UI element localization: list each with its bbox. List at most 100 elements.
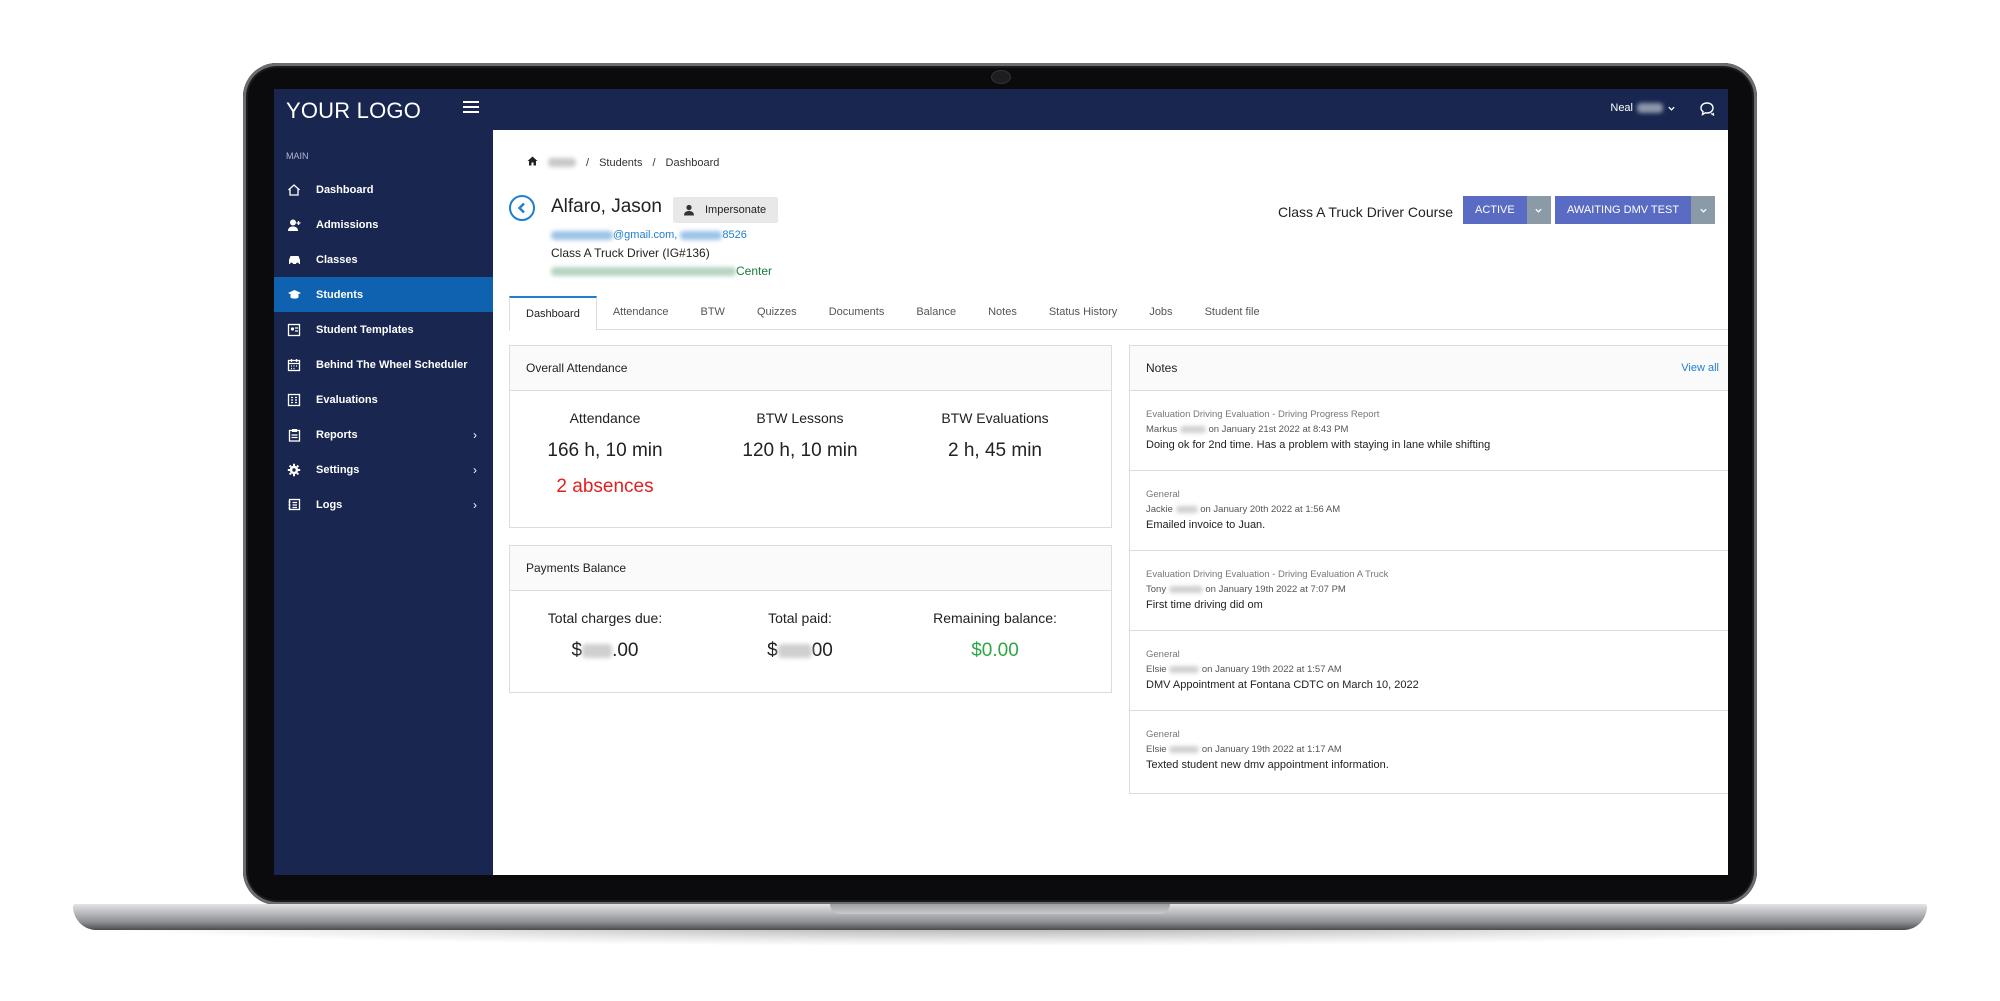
sidebar-item-btw-scheduler[interactable]: Behind The Wheel Scheduler — [274, 347, 493, 382]
sidebar-item-label: Student Templates — [316, 323, 414, 336]
note-type: Evaluation Driving Evaluation - Driving … — [1146, 409, 1380, 420]
stat-label: Total paid: — [768, 610, 832, 626]
graduation-cap-icon — [286, 287, 302, 303]
notes-card: Notes View all Evaluation Driving Evalua… — [1129, 345, 1728, 794]
tab-quizzes[interactable]: Quizzes — [741, 296, 813, 328]
tab-notes[interactable]: Notes — [972, 296, 1033, 328]
sidebar-item-students[interactable]: Students — [274, 277, 493, 312]
tab-attendance[interactable]: Attendance — [597, 296, 685, 328]
redacted-school[interactable] — [548, 158, 576, 167]
program-line: Class A Truck Driver (IG#136) — [551, 246, 710, 260]
menu-toggle-button[interactable] — [463, 101, 479, 117]
camera-icon — [991, 70, 1011, 84]
chat-icon[interactable] — [1699, 101, 1716, 122]
stage-button[interactable]: AWAITING DMV TEST — [1555, 196, 1692, 224]
notes-card-header: Notes View all — [1130, 346, 1728, 391]
email-link[interactable]: @gmail.com, — [613, 229, 677, 241]
stage-dropdown-button[interactable] — [1691, 196, 1716, 224]
redacted-location — [551, 267, 736, 277]
status-button[interactable]: ACTIVE — [1463, 196, 1527, 224]
phone-link[interactable]: 8526 — [722, 229, 746, 241]
note-meta: Markus on January 21st 2022 at 8:43 PM — [1146, 424, 1349, 435]
sidebar-item-label: Settings — [316, 463, 360, 476]
sidebar-item-label: Logs — [316, 498, 343, 511]
tab-student-file[interactable]: Student file — [1189, 296, 1276, 328]
breadcrumb-dashboard: Dashboard — [665, 156, 720, 169]
sidebar-item-label: Dashboard — [316, 183, 374, 196]
sidebar-item-evaluations[interactable]: Evaluations — [274, 382, 493, 417]
tab-documents[interactable]: Documents — [813, 296, 901, 328]
tab-btw[interactable]: BTW — [684, 296, 740, 328]
stat-label: Total charges due: — [547, 610, 663, 626]
gear-icon — [286, 462, 302, 478]
note-meta: Tony on January 19th 2022 at 7:07 PM — [1146, 584, 1346, 595]
sidebar-item-logs[interactable]: Logs › — [274, 487, 493, 522]
impersonate-button[interactable]: Impersonate — [673, 197, 779, 223]
currency-symbol: $ — [571, 640, 583, 661]
tab-dashboard[interactable]: Dashboard — [509, 296, 597, 331]
stat-value: 166 h, 10 min — [547, 440, 663, 461]
stat-label: Remaining balance: — [933, 610, 1057, 626]
note-text: Emailed invoice to Juan. — [1146, 519, 1266, 531]
total-paid-stat: Total paid: $00 — [705, 610, 895, 662]
tab-jobs[interactable]: Jobs — [1133, 296, 1188, 328]
home-icon[interactable] — [527, 156, 538, 169]
id-card-icon — [286, 322, 302, 338]
sidebar-item-admissions[interactable]: Admissions — [274, 207, 493, 242]
location-suffix[interactable]: Center — [736, 264, 772, 278]
tab-status-history[interactable]: Status History — [1033, 296, 1133, 328]
chevron-left-icon — [517, 202, 525, 214]
sidebar-item-student-templates[interactable]: Student Templates — [274, 312, 493, 347]
checklist-icon — [286, 392, 302, 408]
notes-card-title: Notes — [1146, 361, 1178, 375]
note-item: Evaluation Driving Evaluation - Driving … — [1130, 551, 1728, 631]
impersonate-label: Impersonate — [705, 204, 767, 216]
hamburger-icon — [463, 101, 479, 103]
note-item: General Elsie on January 19th 2022 at 1:… — [1130, 711, 1728, 791]
redacted-amount — [582, 643, 613, 658]
sidebar-item-label: Evaluations — [316, 393, 378, 406]
note-meta: Elsie on January 19th 2022 at 1:57 AM — [1146, 664, 1342, 675]
sidebar-item-dashboard[interactable]: Dashboard — [274, 172, 493, 207]
note-type: General — [1146, 729, 1180, 740]
sidebar-item-classes[interactable]: Classes — [274, 242, 493, 277]
attendance-card-title: Overall Attendance — [510, 346, 1111, 391]
sidebar-item-label: Classes — [316, 253, 358, 266]
stage-split-button: AWAITING DMV TEST — [1555, 196, 1716, 224]
breadcrumb-separator: / — [586, 156, 590, 169]
app-screen: YOUR LOGO Neal MAIN Dashboard Admissions… — [274, 89, 1728, 875]
calendar-icon — [286, 357, 302, 373]
tab-balance[interactable]: Balance — [900, 296, 972, 328]
sidebar-section-title: MAIN — [286, 151, 309, 161]
log-icon — [286, 497, 302, 513]
sidebar-item-reports[interactable]: Reports › — [274, 417, 493, 452]
stat-value: 2 h, 45 min — [948, 440, 1042, 461]
sidebar-item-settings[interactable]: Settings › — [274, 452, 493, 487]
note-text: Doing ok for 2nd time. Has a problem wit… — [1146, 439, 1491, 451]
laptop-notch — [830, 904, 1170, 914]
user-name: Neal — [1610, 102, 1633, 114]
chevron-right-icon: › — [473, 497, 477, 512]
back-button[interactable] — [509, 195, 535, 221]
note-meta: Jackie on January 20th 2022 at 1:56 AM — [1146, 504, 1341, 515]
chevron-right-icon: › — [473, 427, 477, 442]
sidebar-item-label: Behind The Wheel Scheduler — [316, 358, 468, 371]
stat-label: BTW Evaluations — [941, 410, 1049, 426]
note-item: Evaluation Driving Evaluation - Driving … — [1130, 391, 1728, 471]
status-split-button: ACTIVE — [1463, 196, 1551, 224]
attendance-card: Overall Attendance Attendance 166 h, 10 … — [509, 345, 1112, 528]
location-line: Center — [551, 264, 772, 278]
student-name: Alfaro, Jason — [551, 196, 662, 217]
user-menu[interactable]: Neal — [1610, 102, 1676, 114]
status-dropdown-button[interactable] — [1526, 196, 1551, 224]
sidebar: MAIN Dashboard Admissions Classes Studen… — [274, 130, 493, 875]
app-logo[interactable]: YOUR LOGO — [286, 98, 421, 124]
attendance-stat: Attendance 166 h, 10 min 2 absences — [510, 410, 700, 498]
view-all-notes-link[interactable]: View all — [1681, 362, 1719, 374]
breadcrumb-students[interactable]: Students — [599, 157, 642, 169]
contact-line: @gmail.com, 8526 — [551, 229, 747, 241]
payments-card: Payments Balance Total charges due: $ .00… — [509, 545, 1112, 693]
home-icon — [286, 182, 302, 198]
absences-count[interactable]: 2 absences — [510, 476, 700, 498]
note-text: Texted student new dmv appointment infor… — [1146, 759, 1389, 771]
